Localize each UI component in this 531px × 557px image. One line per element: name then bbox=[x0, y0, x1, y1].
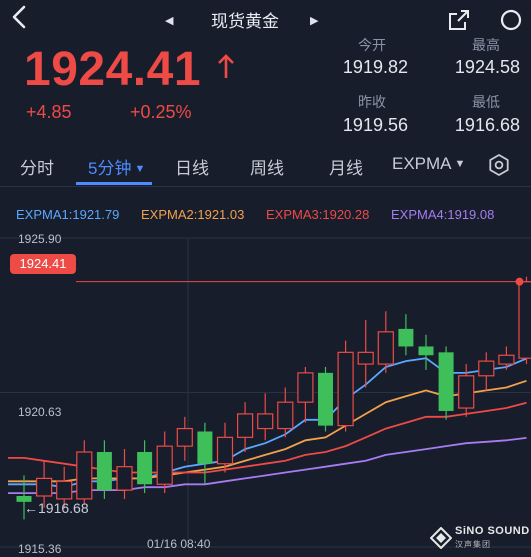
page-title: 现货黄金 bbox=[211, 12, 279, 31]
candle-body bbox=[357, 351, 374, 365]
candle bbox=[237, 402, 254, 453]
active-tab-underline bbox=[76, 182, 152, 185]
candle bbox=[96, 440, 112, 499]
back-arrow-icon[interactable] bbox=[6, 4, 32, 30]
candle bbox=[156, 431, 173, 494]
candle-body bbox=[137, 452, 153, 485]
candle-body bbox=[96, 452, 112, 491]
candle-body bbox=[257, 413, 274, 430]
candle bbox=[176, 416, 193, 461]
stat-value-open: 1919.82 bbox=[342, 57, 408, 77]
candle-body bbox=[197, 431, 213, 464]
brand-name: SiNO SOUND bbox=[455, 525, 530, 537]
current-price: 1924.41 bbox=[24, 43, 202, 96]
tab-monthly[interactable]: 月线 bbox=[329, 154, 363, 179]
candle-body bbox=[35, 477, 53, 497]
low-price-marker: ←1916.68 bbox=[24, 500, 89, 516]
tab-5min-label: 5分钟 bbox=[88, 159, 132, 178]
stat-value-high: 1924.58 bbox=[454, 57, 520, 77]
candle bbox=[498, 346, 515, 370]
current-price-dot bbox=[515, 277, 524, 286]
candle bbox=[197, 422, 213, 485]
price-change: +4.85 bbox=[26, 102, 72, 122]
current-price-tag: 1924.41 bbox=[10, 254, 76, 274]
y-axis-bottom-label: 1915.36 bbox=[18, 542, 62, 556]
tab-indicator-label: EXPMA bbox=[392, 154, 452, 173]
gear-icon[interactable] bbox=[488, 154, 510, 176]
y-axis-mid-label: 1920.63 bbox=[18, 405, 62, 419]
candle-body bbox=[418, 346, 434, 356]
candle bbox=[337, 340, 354, 432]
candle-body bbox=[518, 281, 531, 359]
legend-expma2: EXPMA2:1921.03 bbox=[141, 207, 245, 222]
price-change-percent: +0.25% bbox=[130, 102, 192, 122]
candle bbox=[357, 320, 374, 388]
candle-body bbox=[277, 401, 294, 430]
search-icon[interactable] bbox=[498, 7, 526, 35]
tab-indicator[interactable]: EXPMA ▼ bbox=[392, 154, 465, 174]
tab-timeshare[interactable]: 分时 bbox=[20, 154, 54, 179]
candles bbox=[16, 276, 531, 520]
candle bbox=[297, 366, 314, 423]
y-axis-top-label: 1925.90 bbox=[18, 232, 62, 246]
candle-body bbox=[76, 451, 93, 500]
candle bbox=[418, 334, 434, 370]
legend-expma4: EXPMA4:1919.08 bbox=[391, 207, 495, 222]
x-axis-time-label: 01/16 08:40 bbox=[147, 537, 211, 551]
stat-value-low: 1916.68 bbox=[454, 115, 520, 135]
candle-body bbox=[498, 354, 515, 365]
legend-expma3: EXPMA3:1920.28 bbox=[266, 207, 370, 222]
candle bbox=[257, 393, 274, 441]
candle-body bbox=[56, 480, 73, 500]
stat-label-prev-close: 昨收 bbox=[358, 94, 386, 110]
share-icon[interactable] bbox=[447, 8, 471, 32]
caret-down-icon: ▼ bbox=[134, 163, 146, 175]
candle-body bbox=[156, 445, 173, 485]
candle bbox=[137, 440, 153, 494]
top-bar: ◀ 现货黄金 ▶ bbox=[0, 0, 531, 36]
brand-logo: SiNO SOUND 汉声集团 bbox=[430, 523, 529, 553]
candle-body bbox=[318, 372, 333, 426]
candle bbox=[478, 352, 495, 391]
candle-body bbox=[237, 413, 254, 438]
candle-body bbox=[337, 351, 354, 427]
candle-body bbox=[176, 427, 193, 447]
stat-label-low: 最低 bbox=[472, 94, 500, 110]
candle bbox=[318, 366, 333, 432]
candle-body bbox=[216, 436, 234, 465]
tab-5min[interactable]: 5分钟 ▼ bbox=[88, 154, 145, 179]
price-overlay bbox=[76, 277, 531, 286]
candle bbox=[518, 276, 531, 365]
price-up-arrow-icon bbox=[218, 54, 234, 78]
tab-weekly[interactable]: 周线 bbox=[250, 154, 284, 179]
candle bbox=[76, 440, 93, 505]
candle-body bbox=[297, 372, 314, 403]
stat-label-high: 最高 bbox=[472, 37, 500, 53]
stat-value-prev-close: 1919.56 bbox=[342, 115, 408, 135]
next-instrument-icon[interactable]: ▶ bbox=[310, 14, 318, 27]
candle bbox=[438, 346, 454, 420]
candle-body bbox=[438, 352, 454, 411]
brand-subtitle: 汉声集团 bbox=[455, 540, 491, 549]
candle bbox=[116, 449, 133, 499]
candle bbox=[398, 314, 414, 356]
candle bbox=[377, 311, 394, 373]
candle-body bbox=[398, 328, 414, 347]
legend-expma1: EXPMA1:1921.79 bbox=[16, 207, 120, 222]
caret-down-icon: ▼ bbox=[454, 158, 466, 170]
candle-body bbox=[377, 331, 394, 365]
candle-body bbox=[116, 466, 133, 491]
brand-mark-icon bbox=[430, 527, 452, 549]
period-tabs: 分时 5分钟 ▼ 日线 周线 月线 EXPMA ▼ bbox=[0, 144, 531, 187]
candle-body bbox=[478, 360, 495, 377]
prev-instrument-icon[interactable]: ◀ bbox=[165, 14, 173, 27]
tab-daily[interactable]: 日线 bbox=[175, 154, 209, 179]
candle-body bbox=[458, 375, 475, 409]
stat-label-open: 今开 bbox=[358, 37, 386, 53]
